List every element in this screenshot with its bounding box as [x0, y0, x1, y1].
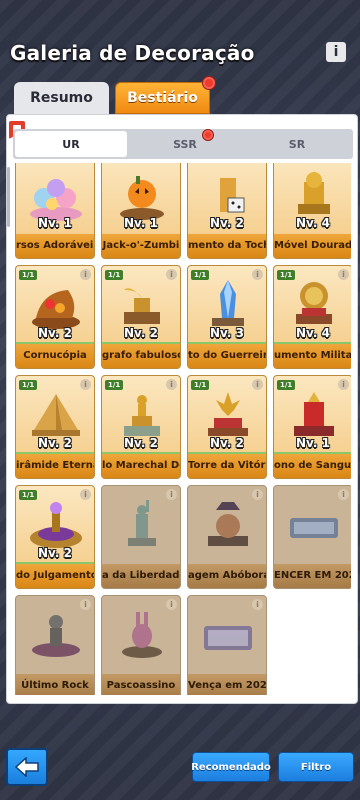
decoration-card[interactable]: i a da Liberdade [101, 485, 181, 589]
filter-button[interactable]: Filtro [278, 752, 354, 782]
decoration-card[interactable]: Nv. 4 Móvel Dourado [273, 163, 351, 259]
level-label: Nv. 3 [210, 326, 244, 340]
level-label: Nv. 4 [296, 326, 330, 340]
decoration-card[interactable]: 1/1 i Nv. 1 ono de Sangue [273, 375, 351, 479]
decoration-name: irâmide Eterna [16, 454, 94, 478]
tab-bar: Resumo Bestiário [14, 77, 215, 114]
decoration-name: Cornucópia [16, 344, 94, 368]
decoration-name: Torre da Vitória [188, 454, 266, 478]
decoration-name: Pascoassino [102, 674, 180, 695]
decoration-name: Jack-o'-Zumbi [102, 234, 180, 258]
decoration-card[interactable]: 1/1 i Nv. 2 Torre da Vitória [187, 375, 267, 479]
level-label: Nv. 2 [38, 326, 72, 340]
tab-summary[interactable]: Resumo [14, 82, 109, 114]
decoration-name: lo Marechal Dou [102, 454, 180, 478]
level-label: Nv. 2 [124, 436, 158, 450]
decoration-card[interactable]: i ENCER EM 2025 [273, 485, 351, 589]
level-label: Nv. 1 [38, 216, 72, 230]
decoration-name: rsos Adoráveis [16, 234, 94, 258]
decoration-name: umento Militar [274, 344, 351, 368]
decoration-name: do Julgamento [16, 564, 94, 588]
decoration-card[interactable]: Nv. 2 mento da Tocha [187, 163, 267, 259]
gallery-panel: UR SSR SR Nv. 1 rsos Adoráveis Nv. 1 Jac… [6, 114, 358, 704]
decoration-image [122, 612, 162, 658]
back-arrow-icon [14, 757, 39, 777]
decoration-name: Último Rock [16, 674, 94, 695]
decoration-card[interactable]: 1/1 i Nv. 2 irâmide Eterna [15, 375, 95, 479]
decoration-card[interactable]: 1/1 i Nv. 2 grafo fabuloso [101, 265, 181, 369]
decoration-name: mento da Tocha [188, 234, 266, 258]
tab-bestiary-label: Bestiário [127, 90, 198, 106]
decoration-image [204, 626, 252, 650]
decoration-card[interactable]: 1/1 i Nv. 2 lo Marechal Dou [101, 375, 181, 479]
decoration-image [290, 518, 338, 538]
decoration-name: Vença em 2026 [188, 674, 266, 695]
decoration-card[interactable]: i Último Rock [15, 595, 95, 695]
scrollbar[interactable] [7, 167, 10, 227]
level-label: Nv. 2 [124, 326, 158, 340]
decoration-grid: Nv. 1 rsos Adoráveis Nv. 1 Jack-o'-Zumbi… [15, 163, 351, 695]
decoration-card[interactable]: 1/1 i Nv. 2 do Julgamento [15, 485, 95, 589]
level-label: Nv. 1 [124, 216, 158, 230]
decoration-name: ENCER EM 2025 [274, 564, 351, 588]
decoration-card[interactable]: i Pascoassino [101, 595, 181, 695]
decoration-card[interactable]: Nv. 1 rsos Adoráveis [15, 163, 95, 259]
decoration-name: Móvel Dourado [274, 234, 351, 258]
decoration-card[interactable]: Nv. 1 Jack-o'-Zumbi [101, 163, 181, 259]
rarity-tab-ssr[interactable]: SSR [129, 129, 241, 159]
info-button[interactable]: i [326, 42, 346, 62]
decoration-card[interactable]: i agem Abóbora [187, 485, 267, 589]
rarity-tab-ur[interactable]: UR [15, 131, 127, 157]
decoration-card[interactable]: 1/1 i Nv. 4 umento Militar [273, 265, 351, 369]
header: Galeria de Decoração i [0, 30, 360, 76]
rarity-filter: UR SSR SR [13, 129, 353, 159]
notification-dot [203, 77, 215, 89]
decoration-card[interactable]: i Vença em 2026 [187, 595, 267, 695]
bottom-bar: Recomendado Filtro [0, 740, 360, 800]
level-label: Nv. 2 [38, 546, 72, 560]
level-label: Nv. 1 [296, 436, 330, 450]
decoration-image [128, 500, 156, 546]
level-label: Nv. 4 [296, 216, 330, 230]
back-button[interactable] [6, 748, 48, 786]
decoration-card[interactable]: 1/1 i Nv. 2 Cornucópia [15, 265, 95, 369]
level-label: Nv. 2 [210, 436, 244, 450]
decoration-name: grafo fabuloso [102, 344, 180, 368]
decoration-name: a da Liberdade [102, 564, 180, 588]
tab-bestiary[interactable]: Bestiário [115, 77, 215, 114]
decoration-name: agem Abóbora [188, 564, 266, 588]
decoration-image [208, 502, 248, 546]
rarity-tab-sr[interactable]: SR [241, 129, 353, 159]
level-label: Nv. 2 [210, 216, 244, 230]
notification-dot [203, 130, 213, 140]
decoration-image [32, 615, 80, 657]
page-title: Galeria de Decoração [10, 41, 255, 65]
decoration-name: to do Guerreiro [188, 344, 266, 368]
decoration-card[interactable]: 1/1 i Nv. 3 to do Guerreiro [187, 265, 267, 369]
decoration-name: ono de Sangue [274, 454, 351, 478]
recommended-button[interactable]: Recomendado [191, 752, 271, 782]
rarity-tab-ssr-label: SSR [173, 137, 197, 151]
level-label: Nv. 2 [38, 436, 72, 450]
